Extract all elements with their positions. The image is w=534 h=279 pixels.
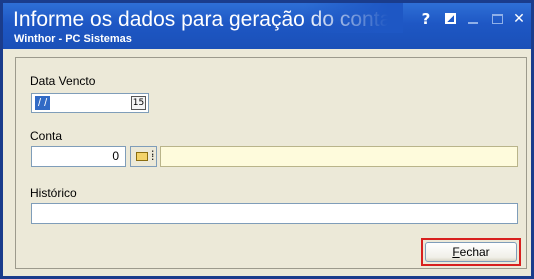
conta-description-field [160,146,518,167]
conta-label: Conta [30,129,63,143]
window-subtitle: Winthor - PC Sistemas [14,33,132,45]
minimize-button[interactable] [464,10,482,28]
historico-input[interactable] [31,203,518,224]
minimize-icon [468,22,478,24]
maximize-icon [491,14,503,24]
fechar-label: echar [459,245,490,259]
help-icon: ? [421,10,431,28]
close-icon: ✕ [513,11,525,27]
maximize-button[interactable] [488,10,506,28]
data-vencto-value: / / [35,96,51,110]
data-vencto-input[interactable]: / / 15 [31,93,149,113]
conta-search-button[interactable]: :: [130,146,157,167]
fechar-button[interactable]: Fechar [425,242,517,262]
dialog-window: Informe os dados para geração do conta W… [0,0,534,279]
restore-button[interactable] [441,10,459,28]
folder-search-icon [136,152,148,161]
title-bar[interactable]: Informe os dados para geração do conta W… [3,3,531,49]
conta-input[interactable]: 0 [31,146,126,167]
close-button[interactable]: ✕ [510,10,528,28]
data-vencto-label: Data Vencto [30,74,96,88]
fechar-accelerator: F [452,245,460,259]
historico-label: Histórico [30,186,77,200]
restore-icon [444,13,456,24]
help-button[interactable]: ? [417,10,435,28]
calendar-icon[interactable]: 15 [131,96,146,110]
